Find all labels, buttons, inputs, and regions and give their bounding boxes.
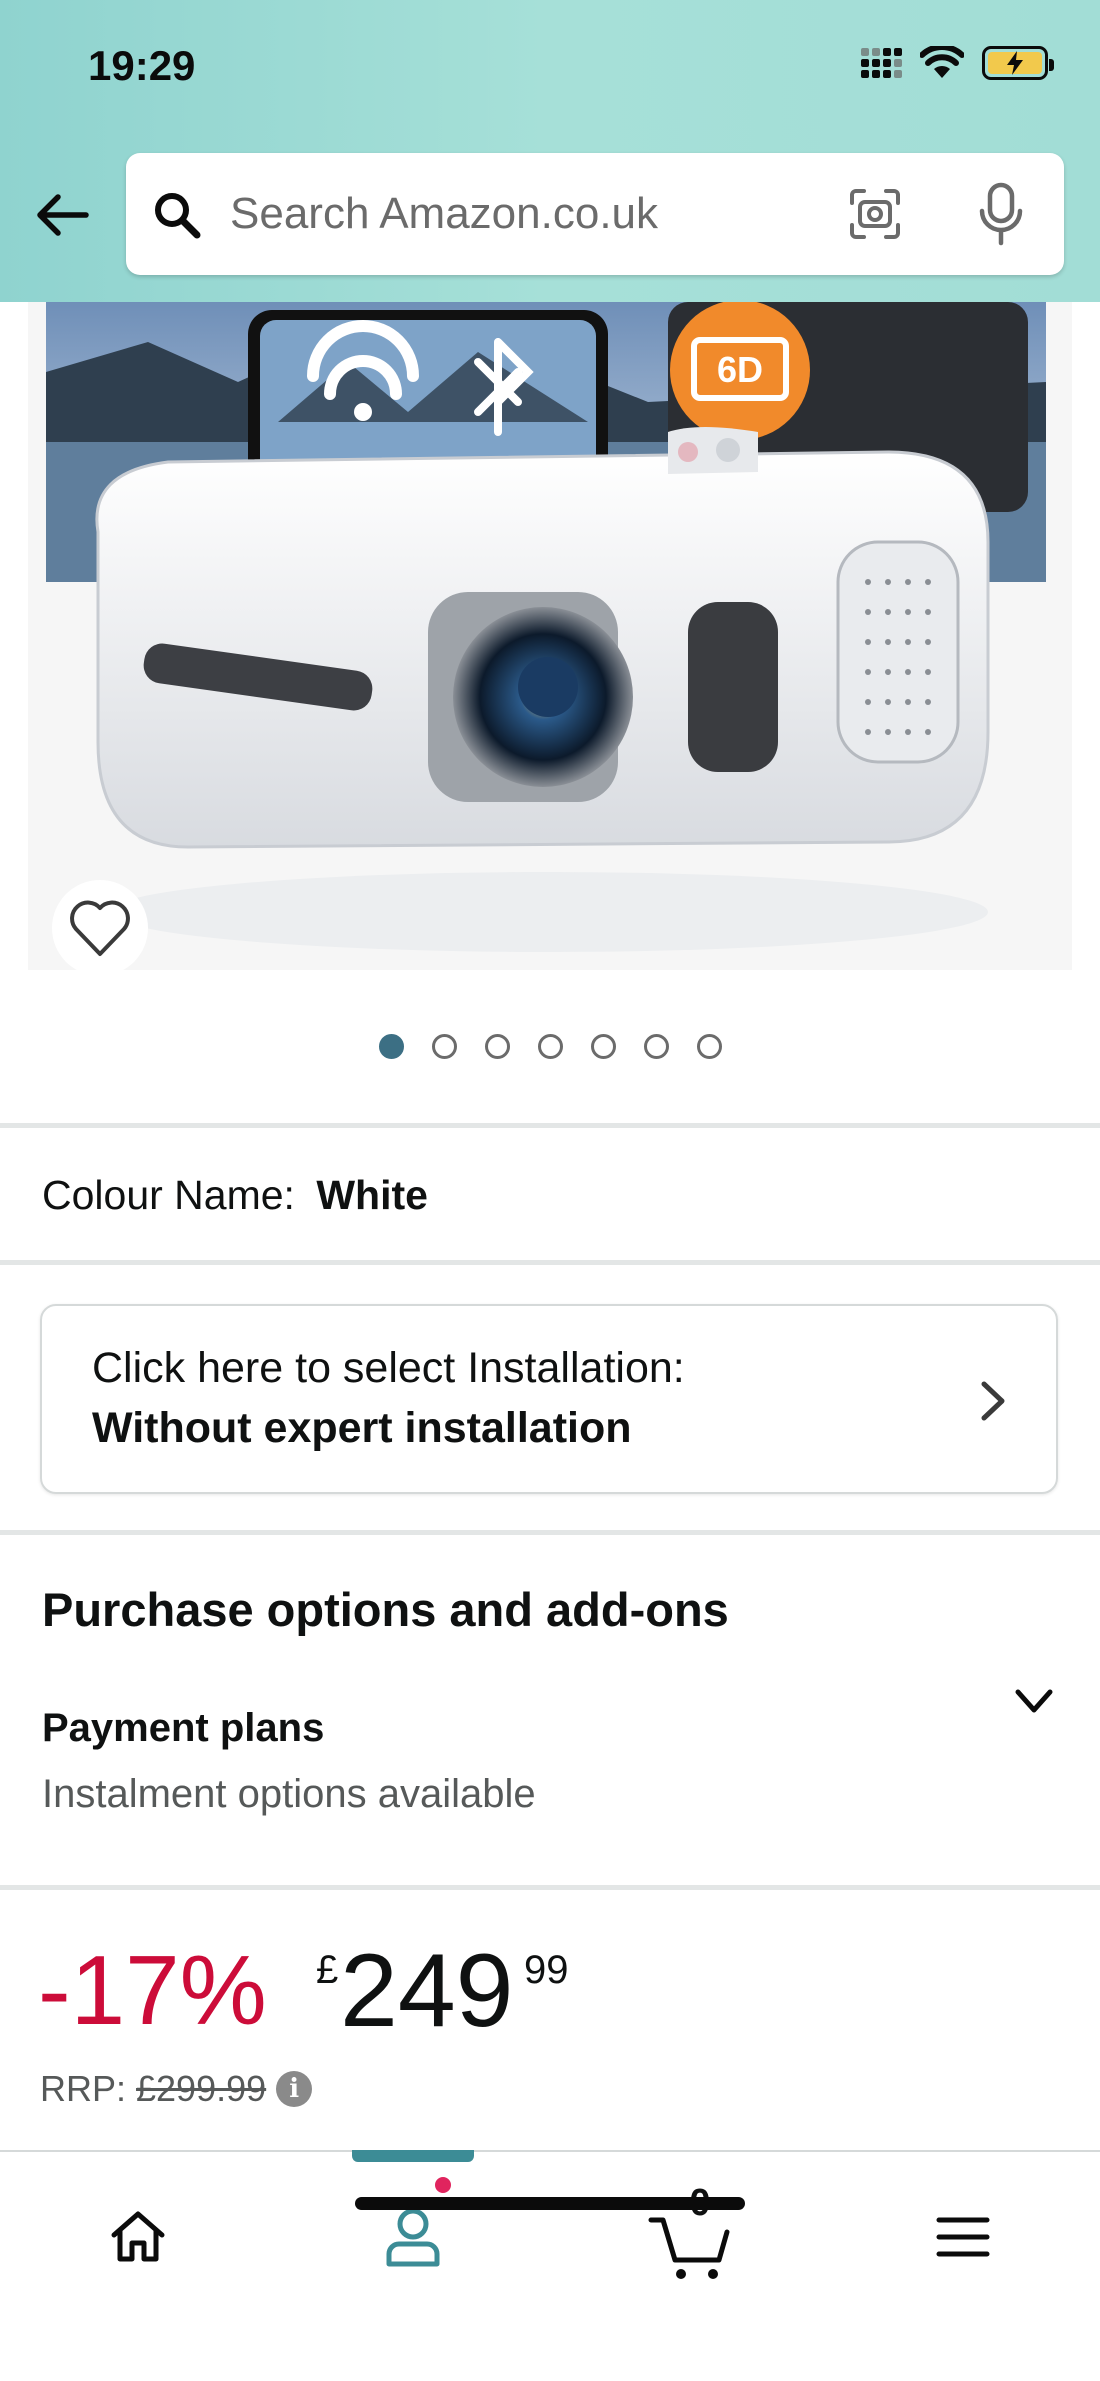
price-currency: £ xyxy=(316,1948,339,1992)
home-icon xyxy=(111,2211,165,2262)
nav-menu[interactable] xyxy=(918,2192,1008,2282)
payment-plans-title[interactable]: Payment plans xyxy=(42,1706,324,1751)
payment-plans-subtitle: Instalment options available xyxy=(42,1772,536,1816)
carousel-dot[interactable] xyxy=(378,1034,404,1059)
wifi-icon xyxy=(920,46,964,78)
product-image[interactable]: 6D xyxy=(28,302,1072,970)
bottom-navigation: 0 xyxy=(0,2150,1100,2381)
battery-icon xyxy=(982,46,1054,80)
svg-text:6D: 6D xyxy=(717,349,763,390)
divider xyxy=(0,1885,1100,1890)
divider xyxy=(0,1123,1100,1128)
charging-bolt-icon xyxy=(1007,51,1023,75)
cellular-signal-icon xyxy=(861,48,902,78)
user-icon xyxy=(386,2208,440,2267)
wishlist-button[interactable] xyxy=(52,880,148,976)
chevron-down-icon[interactable] xyxy=(1012,1684,1056,1718)
carousel-dot[interactable] xyxy=(696,1034,722,1059)
heart-icon xyxy=(70,900,130,956)
back-arrow-icon[interactable] xyxy=(32,185,92,245)
info-icon[interactable]: i xyxy=(276,2071,313,2107)
nav-home[interactable] xyxy=(93,2192,183,2282)
carousel-dot[interactable] xyxy=(643,1034,669,1059)
status-time: 19:29 xyxy=(88,42,196,89)
rrp-label: RRP: xyxy=(40,2068,127,2109)
microphone-icon[interactable] xyxy=(974,181,1028,247)
colour-label: Colour Name: xyxy=(42,1172,295,1218)
active-tab-indicator xyxy=(352,2150,474,2162)
divider xyxy=(0,1260,1100,1265)
carousel-dot[interactable] xyxy=(590,1034,616,1059)
divider xyxy=(0,1530,1100,1535)
carousel-dot[interactable] xyxy=(431,1034,457,1059)
search-input[interactable] xyxy=(230,181,790,247)
status-icons xyxy=(861,46,1054,80)
installation-prompt: Click here to select Installation: xyxy=(92,1344,685,1392)
top-header: 19:29 xyxy=(0,0,1100,302)
price-fraction: 99 xyxy=(524,1948,569,1992)
image-carousel-dots[interactable] xyxy=(0,1034,1100,1059)
chevron-right-icon xyxy=(981,1381,1005,1421)
projector-photo: 6D xyxy=(28,302,1072,970)
carousel-dot[interactable] xyxy=(537,1034,563,1059)
installation-selector[interactable]: Click here to select Installation: Witho… xyxy=(40,1304,1058,1494)
price-whole: 249 xyxy=(340,1933,514,2049)
home-indicator xyxy=(355,2197,745,2210)
hamburger-menu-icon xyxy=(936,2217,990,2257)
colour-value: White xyxy=(316,1172,428,1218)
search-bar[interactable] xyxy=(126,153,1064,275)
carousel-dot[interactable] xyxy=(484,1034,510,1059)
rrp: RRP: £299.99 i xyxy=(40,2068,313,2110)
camera-search-icon[interactable] xyxy=(848,187,902,241)
purchase-options-title: Purchase options and add-ons xyxy=(42,1583,729,1636)
installation-value: Without expert installation xyxy=(92,1404,632,1452)
discount-percentage: -17% xyxy=(38,1935,267,2045)
search-icon xyxy=(155,193,201,239)
rrp-value: £299.99 xyxy=(136,2068,267,2109)
colour-row: Colour Name: White xyxy=(42,1172,428,1219)
notification-dot xyxy=(432,2174,454,2196)
